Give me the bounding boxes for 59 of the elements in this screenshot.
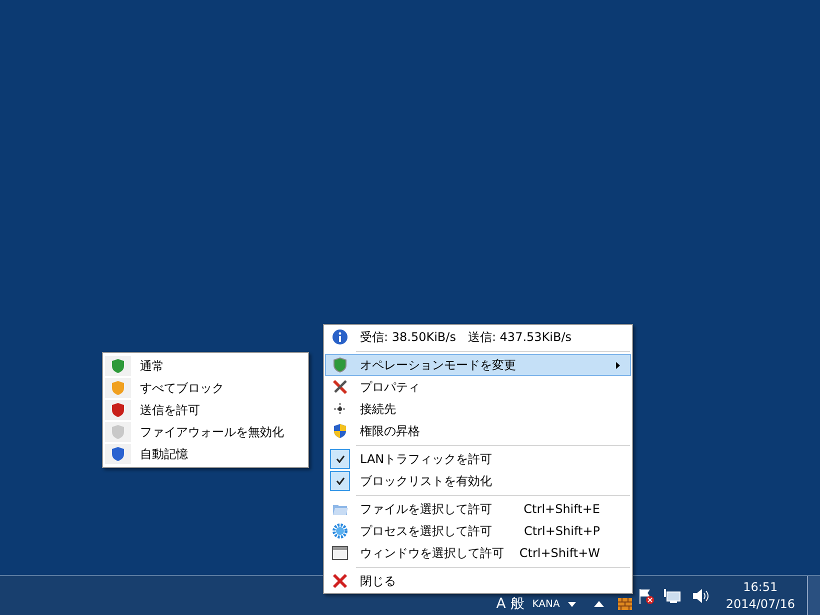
menu-item[interactable]: 送信を許可 bbox=[104, 399, 307, 421]
shortcut-text: Ctrl+Shift+E bbox=[524, 501, 600, 518]
menu-item[interactable]: オペレーションモードを変更 bbox=[325, 354, 631, 376]
menu-item[interactable]: ファイルを選択して許可 Ctrl+Shift+E bbox=[325, 498, 631, 520]
menu-item[interactable]: ブロックリストを有効化 bbox=[325, 470, 631, 492]
menu-label: すべてブロック bbox=[140, 380, 224, 397]
caret-icon[interactable] bbox=[594, 601, 604, 607]
network-icon[interactable] bbox=[664, 588, 682, 604]
menu-label: ウィンドウを選択して許可 bbox=[360, 545, 504, 562]
menu-item[interactable]: 接続先 bbox=[325, 398, 631, 420]
shortcut-text: Ctrl+Shift+P bbox=[524, 523, 600, 540]
caret-icon[interactable] bbox=[568, 602, 576, 606]
show-desktop-button[interactable] bbox=[807, 576, 820, 615]
menu-item[interactable]: ウィンドウを選択して許可 Ctrl+Shift+W bbox=[325, 542, 631, 564]
window-icon bbox=[332, 546, 348, 560]
info-icon bbox=[332, 329, 348, 345]
menu-item[interactable]: 受信: 38.50KiB/s 送信: 437.53KiB/s bbox=[325, 326, 631, 348]
menu-label: ブロックリストを有効化 bbox=[360, 473, 492, 490]
clock-time[interactable]: 16:51 bbox=[743, 578, 778, 596]
menu-label: ファイアウォールを無効化 bbox=[140, 424, 284, 441]
menu-label: ファイルを選択して許可 bbox=[360, 501, 492, 518]
firewall-icon[interactable] bbox=[618, 598, 632, 610]
menu-label: 権限の昇格 bbox=[360, 423, 420, 440]
menu-label: 閉じる bbox=[360, 573, 396, 590]
menu-label: 自動記憶 bbox=[140, 446, 188, 463]
check-icon bbox=[336, 477, 344, 485]
clock-date[interactable]: 2014/07/16 bbox=[726, 596, 795, 612]
menu-item[interactable]: 権限の昇格 bbox=[325, 420, 631, 442]
menu-item[interactable]: 通常 bbox=[104, 355, 307, 377]
shield-icon bbox=[333, 357, 347, 373]
menu-item[interactable]: LANトラフィックを許可 bbox=[325, 448, 631, 470]
menu-item[interactable]: すべてブロック bbox=[104, 377, 307, 399]
menu-label: プロセスを選択して許可 bbox=[360, 523, 492, 540]
menu-label: 接続先 bbox=[360, 401, 396, 418]
tools-icon bbox=[332, 379, 348, 395]
menu-label: 送信を許可 bbox=[140, 402, 200, 419]
checkbox[interactable] bbox=[330, 449, 350, 469]
check-icon bbox=[336, 455, 344, 463]
checkbox[interactable] bbox=[330, 471, 350, 491]
menu-item[interactable]: 自動記憶 bbox=[104, 443, 307, 465]
menu-item[interactable]: プロセスを選択して許可 Ctrl+Shift+P bbox=[325, 520, 631, 542]
connection-icon bbox=[333, 402, 347, 416]
traffic-status: 受信: 38.50KiB/s 送信: 437.53KiB/s bbox=[360, 329, 572, 346]
folder-icon bbox=[332, 502, 348, 516]
close-icon bbox=[332, 573, 348, 589]
menu-item[interactable]: ファイアウォールを無効化 bbox=[104, 421, 307, 443]
ime-indicator[interactable]: A 般 bbox=[496, 594, 524, 614]
menu-label: LANトラフィックを許可 bbox=[360, 451, 492, 468]
shortcut-text: Ctrl+Shift+W bbox=[519, 545, 600, 562]
speaker-icon[interactable] bbox=[692, 588, 710, 604]
menu-label: オペレーションモードを変更 bbox=[360, 357, 516, 374]
flag-icon[interactable] bbox=[638, 588, 654, 604]
menu-label: 通常 bbox=[140, 358, 164, 375]
gear-icon bbox=[332, 523, 348, 539]
menu-label: プロパティ bbox=[360, 379, 420, 396]
menu-item[interactable]: 閉じる bbox=[325, 570, 631, 592]
ime-mode[interactable]: KANA bbox=[530, 596, 562, 612]
menu-item[interactable]: プロパティ bbox=[325, 376, 631, 398]
shield-icon bbox=[333, 423, 347, 439]
